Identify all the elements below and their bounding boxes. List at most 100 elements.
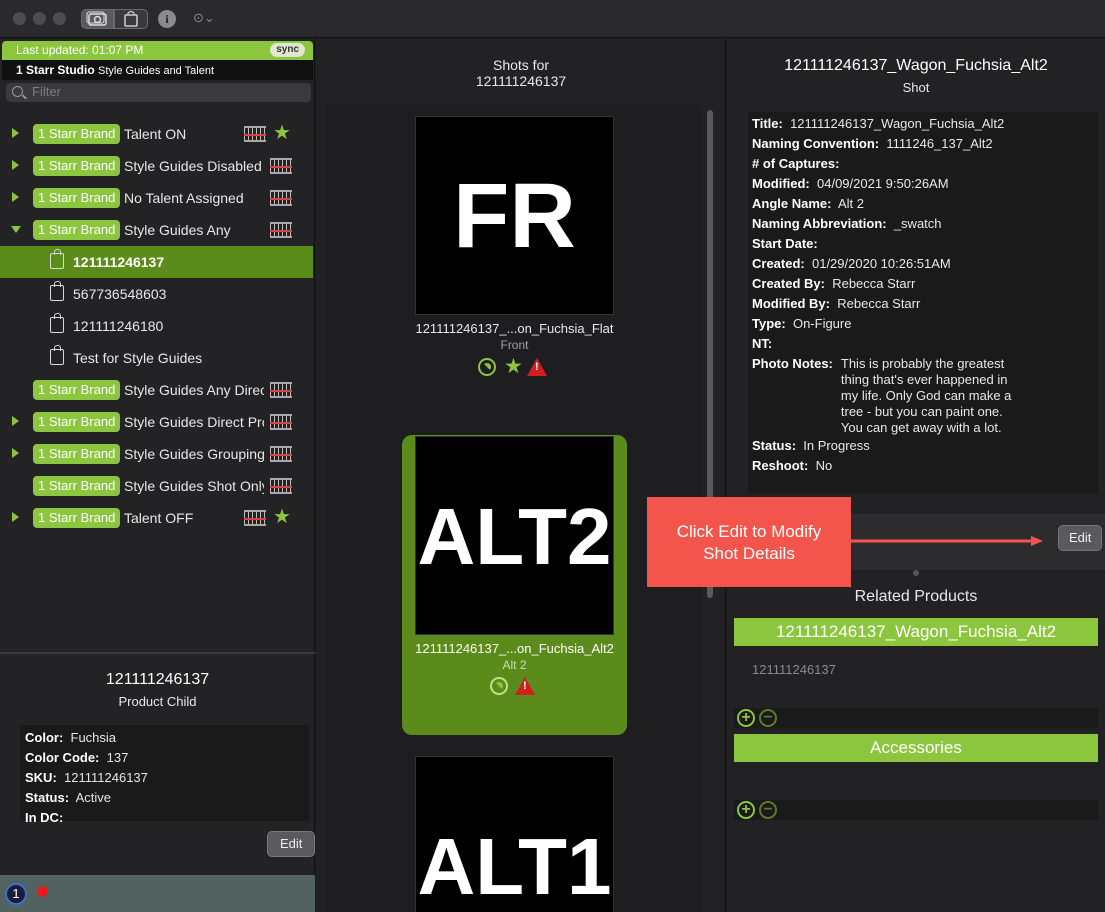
disclosure-triangle-icon[interactable] (12, 192, 19, 202)
tree-item-label: 121111246180 (73, 318, 164, 334)
tree-item-label: Talent ON (124, 126, 187, 142)
detail-row: NT: (752, 336, 773, 351)
detail-row: In DC: (25, 810, 64, 825)
product-bag-icon (50, 313, 64, 333)
camera-icon (86, 11, 107, 26)
stacked-bag-icon (50, 345, 64, 365)
tutorial-callout: Click Edit to Modify Shot Details (647, 497, 851, 587)
callout-line2: Shot Details (703, 544, 795, 563)
related-products-title: Related Products (854, 588, 978, 605)
tree-item-style-guides-grouping[interactable]: 1 Starr Brand Style Guides Grouping (0, 438, 313, 470)
last-updated-bar: Last updated: 01:07 PM sync (2, 41, 313, 60)
detail-row: Modified: 04/09/2021 9:50:26AM (752, 176, 949, 191)
style-guide-grid-icon (244, 510, 266, 526)
detail-row: SKU: 121111246137 (25, 770, 148, 785)
tree-item-style-guides-any[interactable]: 1 Starr Brand Style Guides Any (0, 214, 313, 246)
shot-angle: Alt 2 (502, 658, 527, 672)
shots-title: Shots for 121111246137 (316, 57, 726, 89)
shot-name: 121111246137_...on_Fuchsia_Alt2 (415, 641, 614, 656)
brand-tag: 1 Starr Brand (33, 476, 121, 496)
style-guide-grid-icon (270, 414, 292, 430)
product-edit-button[interactable]: Edit (267, 831, 316, 857)
disclosure-triangle-icon[interactable] (12, 128, 19, 138)
disclosure-triangle-icon[interactable] (12, 416, 19, 426)
talent-star-icon: ★ (273, 122, 291, 144)
tree-subitem-121111246180[interactable]: 121111246180 (0, 310, 313, 342)
panel-splitter[interactable] (913, 570, 919, 576)
shots-title-line1: Shots for (492, 57, 550, 73)
callout-line1: Click Edit to Modify (676, 522, 822, 541)
tree-item-style-guides-shot-only[interactable]: 1 Starr Brand Style Guides Shot Only (0, 470, 313, 502)
product-bag-icon (50, 281, 64, 301)
tree-item-label: Style Guides Any (124, 222, 231, 238)
detail-row: Status: Active (25, 790, 111, 805)
shot-thumbnail[interactable]: FR (415, 116, 614, 315)
remove-icon[interactable]: − (759, 801, 777, 819)
bag-mode-button[interactable] (114, 9, 148, 29)
product-type: Product Child (118, 694, 197, 709)
shot-thumbnail[interactable]: ALT1 (415, 756, 614, 912)
tree-item-talent-on[interactable]: 1 Starr Brand Talent ON ★ (0, 118, 313, 150)
detail-row: Type: On-Figure (752, 316, 852, 331)
tree-item-style-guides-any-direc[interactable]: 1 Starr Brand Style Guides Any Direc (0, 374, 313, 406)
style-guide-grid-icon (270, 478, 292, 494)
tree-item-label: Test for Style Guides (73, 350, 203, 366)
warning-icon (527, 358, 547, 376)
detail-row: Color Code: 137 (25, 750, 129, 765)
style-guide-grid-icon (270, 382, 292, 398)
app-status-icon[interactable]: 1 (5, 883, 27, 905)
tree-subitem-121111246137[interactable]: 121111246137 (0, 246, 313, 278)
panel-splitter[interactable] (0, 652, 315, 654)
sync-button[interactable]: sync (270, 43, 305, 57)
shot-subtitle: Shot (902, 80, 930, 95)
product-bag-icon (50, 249, 64, 269)
tree-item-label: Style Guides Any Direc (124, 382, 264, 398)
shot-thumbnail[interactable]: ALT2 (415, 436, 614, 635)
product-id: 121111246137 (105, 671, 210, 688)
add-icon[interactable]: + (737, 709, 755, 727)
tree-item-style-guides-direct-pro[interactable]: 1 Starr Brand Style Guides Direct Pro (0, 406, 313, 438)
more-options-icon[interactable]: ⊙⌄ (193, 10, 215, 26)
tree-subitem-test-for-style-guides[interactable]: Test for Style Guides (0, 342, 313, 374)
zoom-window-button[interactable] (53, 12, 66, 25)
tree-item-no-talent-assigned[interactable]: 1 Starr Brand No Talent Assigned (0, 182, 313, 214)
warning-icon (515, 677, 535, 695)
minimize-window-button[interactable] (33, 12, 46, 25)
shot-edit-button[interactable]: Edit (1058, 525, 1103, 551)
tree-item-label: Style Guides Grouping (124, 446, 264, 462)
brand-tag: 1 Starr Brand (33, 156, 121, 176)
filter-input[interactable]: Filter (6, 83, 311, 102)
style-guide-grid-icon (270, 222, 292, 238)
related-products-controls (734, 708, 1098, 728)
talent-star-icon: ★ (273, 506, 291, 528)
disclosure-triangle-icon[interactable] (12, 512, 19, 522)
studio-subtitle: Style Guides and Talent (98, 65, 215, 77)
close-window-button[interactable] (13, 12, 26, 25)
detail-row: Reshoot: No (752, 458, 833, 473)
tree-item-style-guides-disabled[interactable]: 1 Starr Brand Style Guides Disabled (0, 150, 313, 182)
photo-notes-row: Photo Notes: This is probably the greates… (752, 354, 1094, 436)
tree-item-label: No Talent Assigned (124, 190, 244, 206)
add-icon[interactable]: + (737, 801, 755, 819)
detail-row: Naming Abbreviation: _swatch (752, 216, 942, 231)
related-products-header: 121111246137_Wagon_Fuchsia_Alt2 (734, 618, 1098, 646)
last-updated-text: Last updated: 01:07 PM (16, 43, 144, 57)
style-guide-grid-icon (270, 446, 292, 462)
camera-mode-button[interactable] (81, 9, 114, 29)
remove-icon[interactable]: − (759, 709, 777, 727)
related-product-item[interactable]: 121111246137 (752, 662, 836, 677)
detail-row: Title: 121111246137_Wagon_Fuchsia_Alt2 (752, 116, 1005, 131)
tree-item-label: Style Guides Disabled (124, 158, 262, 174)
detail-row: Status: In Progress (752, 438, 870, 453)
shot-title: 121111246137_Wagon_Fuchsia_Alt2 (784, 57, 1048, 74)
tree-item-talent-off[interactable]: 1 Starr Brand Talent OFF ★ (0, 502, 313, 534)
shots-title-line2: 121111246137 (475, 73, 567, 89)
disclosure-triangle-icon[interactable] (12, 448, 19, 458)
tree-subitem-567736548603[interactable]: 567736548603 (0, 278, 313, 310)
disclosure-triangle-icon[interactable] (12, 160, 19, 170)
detail-row: Color: Fuchsia (25, 730, 117, 745)
disclosure-triangle-open-icon[interactable] (11, 226, 21, 233)
filter-placeholder: Filter (32, 84, 61, 99)
info-icon[interactable]: i (158, 10, 176, 28)
detail-row: # of Captures: (752, 156, 840, 171)
